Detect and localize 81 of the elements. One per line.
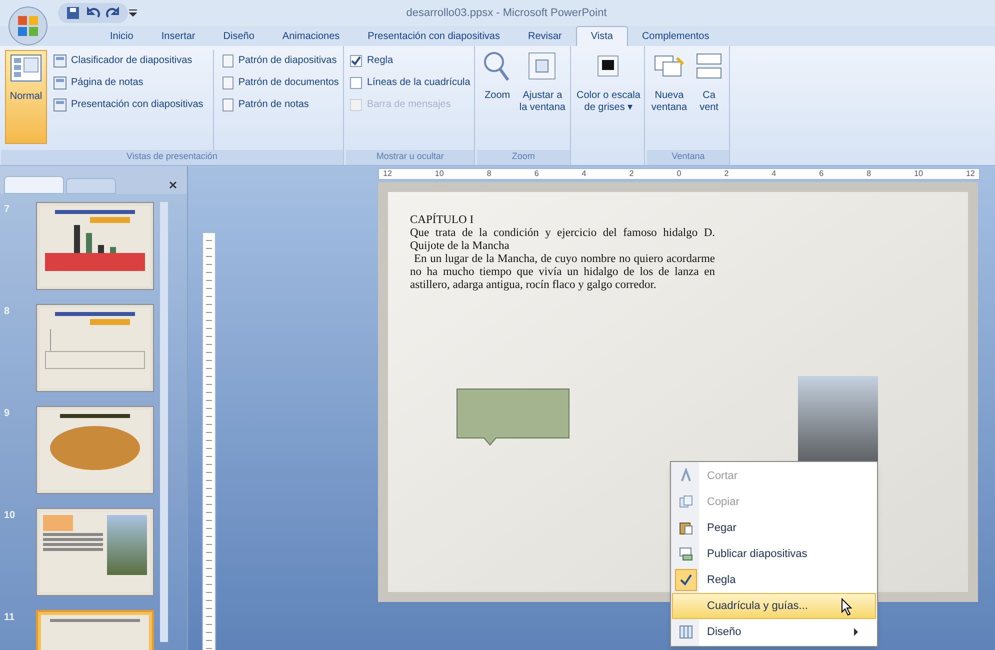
ribbon-button[interactable]: Nueva ventana [651,50,688,150]
ribbon-button[interactable]: Patrón de documentos [222,74,339,91]
customize-caret-icon[interactable] [128,8,138,18]
check-icon [679,573,693,587]
color-grayscale-button[interactable]: Color o escala de grises ▾ [576,50,640,150]
menu-item[interactable]: Regla [672,567,876,593]
ribbon-tab[interactable]: Inicio [96,26,148,46]
slide-paragraph: Que trata de la condición y ejercicio del famoso hidalgo D. Quijote de la Mancha [410,227,715,253]
slide-number: 9 [4,407,11,421]
ribbon-button[interactable]: Patrón de diapositivas [222,52,339,69]
ribbon-button[interactable]: Patrón de notas [222,96,339,113]
cursor-icon [841,598,853,616]
ruler-number: 4 [772,168,776,180]
slide-thumbnail[interactable] [36,406,154,494]
menu-item: Copiar [672,489,876,515]
ruler-number: 10 [434,168,444,180]
check-icon [350,56,361,66]
group-label: Vistas de presentación [1,150,343,165]
group-label: Zoom [477,150,570,165]
ruler-number: 2 [629,168,634,180]
slide-number: 10 [4,509,16,523]
window-title: desarrollo03.ppsx - Microsoft PowerPoint [405,6,608,21]
ribbon-button[interactable]: Página de notas [53,74,204,91]
menu-item[interactable]: Pegar [672,515,876,541]
clipboard-icon [678,520,694,536]
ruler-number: 6 [819,168,824,180]
ribbon-tab[interactable]: Revisar [514,26,576,46]
submenu-arrow-icon [853,628,859,636]
redo-icon[interactable] [106,6,120,20]
ribbon-tab[interactable]: Animaciones [268,26,354,46]
ribbon-button[interactable]: Ajustar a la ventana [519,50,566,150]
slide-thumbnail[interactable] [36,304,154,392]
undo-icon[interactable] [86,6,100,20]
checkbox: Barra de mensajes [350,96,470,113]
menu-item[interactable]: Publicar diapositivas [672,541,876,567]
menu-item[interactable]: Diseño [672,619,876,645]
scrollbar[interactable] [160,202,168,642]
checkbox[interactable]: Líneas de la cuadrícula [350,74,470,91]
ribbon-button[interactable]: Ca vent [693,50,726,150]
ribbon-tab[interactable]: Presentación con diapositivas [354,26,514,46]
master-icon [222,54,234,68]
ribbon-tab[interactable]: Complementos [628,26,724,46]
master-icon [222,76,234,90]
layout-icon [678,624,694,640]
normal-view-button[interactable]: Normal [5,50,47,144]
slide-number: 7 [4,203,11,217]
ruler-number: 6 [534,168,539,180]
checkbox[interactable]: Regla [350,52,470,69]
save-icon[interactable] [66,6,80,20]
ribbon-tab[interactable]: Diseño [209,26,268,46]
menu-item[interactable]: Cuadrícula y guías... [672,593,876,619]
ruler-number: 0 [676,168,682,180]
ruler-number: 8 [866,168,872,180]
ribbon-tab[interactable]: Insertar [147,26,210,46]
slide-paragraph: En un lugar de la Mancha, de cuyo nombre no quiero acordarme no ha mucho tiempo que vivía un hidalgo de los de lanza en astillero, adarga antigua, rocín flaco y galgo corredor. [410,253,715,292]
ruler-number: 8 [486,168,492,180]
slide-thumbnail[interactable] [36,202,154,290]
ruler-number: 10 [914,168,923,180]
view-icon [53,98,67,112]
slide-number: 11 [4,611,16,625]
group-label: Ventana [647,150,730,165]
view-icon [53,76,67,90]
ribbon-button[interactable]: Zoom [481,50,514,150]
copy-icon [678,494,694,510]
ribbon-button[interactable]: Presentación con diapositivas [53,96,204,113]
ruler-number: 12 [383,168,392,180]
ruler-number: 12 [966,168,975,180]
ruler-number: 2 [724,168,729,180]
slide-thumbnail[interactable] [36,508,154,596]
menu-item: Cortar [672,463,876,489]
slide-number: 8 [4,305,11,319]
close-icon[interactable] [169,181,177,189]
ribbon-tab[interactable]: Vista [576,26,628,46]
view-icon [53,54,67,68]
window-icon [526,50,558,82]
group-label: Mostrar u ocultar [346,150,474,165]
slides-icon [678,546,694,562]
ruler-number: 4 [582,168,586,180]
slide-heading: CAPÍTULO I [410,214,475,227]
master-icon [222,98,234,112]
ribbon-button[interactable]: Clasificador de diapositivas [53,52,204,69]
